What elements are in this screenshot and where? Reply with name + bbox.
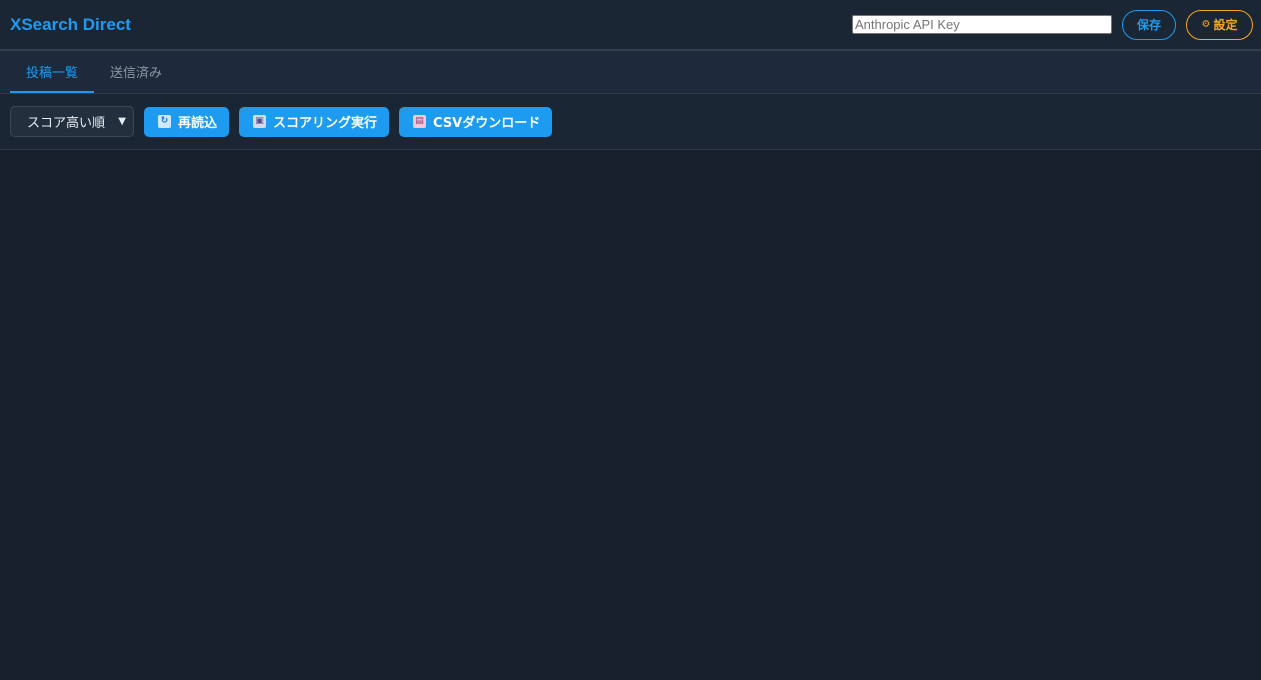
save-button[interactable]: 保存	[1122, 9, 1176, 40]
gear-icon: ⚙	[1201, 19, 1211, 30]
tab-bar: 投稿一覧 送信済み	[0, 51, 1261, 94]
settings-button[interactable]: ⚙ 設定	[1186, 9, 1253, 40]
reload-icon: ↻	[158, 115, 171, 128]
box-icon: ▤	[413, 115, 427, 128]
sort-select-value: スコア高い順	[27, 116, 106, 131]
tab-posts[interactable]: 投稿一覧	[10, 51, 95, 93]
header-actions: 保存 ⚙ 設定	[852, 9, 1253, 40]
run-scoring-button[interactable]: ▣ スコアリング実行	[239, 106, 390, 137]
sort-select[interactable]: スコア高い順 ▼	[10, 106, 134, 137]
csv-download-label: CSVダウンロード	[433, 116, 541, 131]
app-header: XSearch Direct 保存 ⚙ 設定	[0, 0, 1261, 51]
toolbar: スコア高い順 ▼ ↻ 再読込 ▣ スコアリング実行 ▤ CSVダウンロード	[0, 94, 1261, 150]
chevron-down-icon: ▼	[118, 116, 126, 127]
posts-list-area	[0, 150, 1261, 680]
tab-sent[interactable]: 送信済み	[94, 51, 178, 93]
reload-button[interactable]: ↻ 再読込	[144, 106, 230, 137]
reload-label: 再読込	[178, 116, 218, 131]
settings-label: 設定	[1213, 18, 1238, 32]
csv-download-button[interactable]: ▤ CSVダウンロード	[399, 106, 553, 137]
app-title: XSearch Direct	[10, 14, 131, 34]
api-key-input[interactable]	[852, 15, 1112, 34]
robot-icon: ▣	[253, 115, 267, 128]
run-scoring-label: スコアリング実行	[273, 116, 378, 131]
